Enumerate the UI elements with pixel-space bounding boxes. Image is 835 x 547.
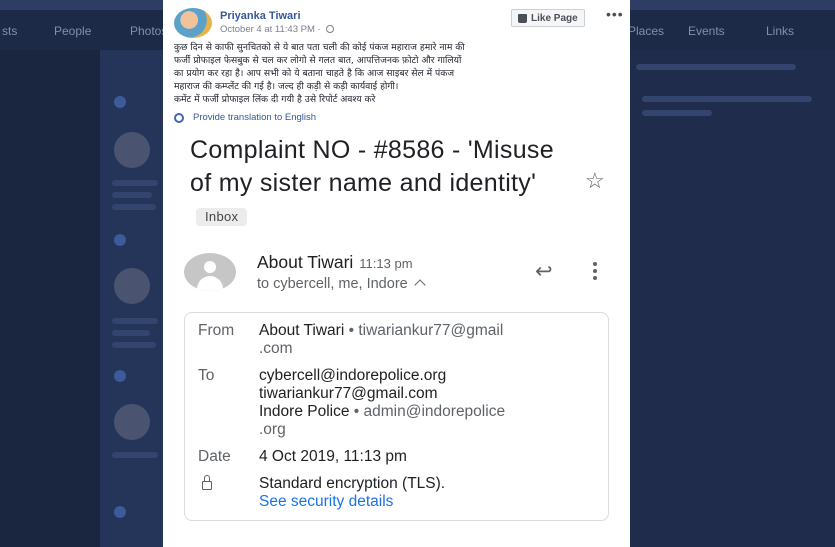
to-recipient: cybercell@indorepolice.org	[259, 367, 447, 384]
to-value: cybercell@indorepolice.org tiwariankur77…	[259, 367, 599, 439]
post-card: Priyanka Tiwari October 4 at 11:43 PM · …	[163, 0, 630, 547]
thumb-up-icon	[518, 13, 527, 23]
feed-avatar	[114, 404, 150, 440]
security-details-link: See security details	[259, 493, 394, 510]
security-text: Standard encryption (TLS).	[259, 475, 446, 492]
reaction-icon	[114, 96, 126, 108]
translate-link[interactable]: Provide translation to English	[174, 112, 316, 123]
feed-text-line	[112, 318, 158, 324]
author-name[interactable]: Priyanka Tiwari	[220, 10, 301, 22]
reply-icon: ↩	[535, 260, 553, 283]
feed-text-line	[112, 342, 156, 348]
date-value: 4 Oct 2019, 11:13 pm	[259, 448, 407, 465]
like-page-label: Like Page	[531, 12, 578, 24]
more-options-icon[interactable]: •••	[606, 6, 624, 22]
post-text-line: कमेंट में फर्जी प्रोफाइल लिंक दी गयी है …	[174, 94, 376, 105]
post-text-line: महाराज की कम्प्लेंट की गई है। जल्द ही कड…	[174, 81, 399, 92]
star-icon: ☆	[585, 168, 605, 193]
reaction-icon	[114, 234, 126, 246]
from-label: From	[198, 322, 235, 339]
reaction-icon	[114, 506, 126, 518]
feed-column	[100, 50, 163, 547]
email-screenshot[interactable]: Complaint NO - #8586 - 'Misuse of my sis…	[163, 128, 630, 547]
feed-text-line	[112, 330, 150, 336]
feed-text-line	[112, 204, 156, 210]
sender-time: 11:13 pm	[359, 256, 413, 271]
nav-item[interactable]: sts	[2, 24, 17, 38]
recipients-text: to cybercell, me, Indore	[257, 276, 408, 292]
email-subject: Complaint NO - #8586 - 'Misuse of my sis…	[190, 134, 560, 233]
to-recipient-email-cont: .org	[259, 421, 286, 438]
email-details-box: From About Tiwari • tiwariankur77@gmail …	[184, 312, 609, 521]
reaction-icon	[114, 370, 126, 382]
nav-item-places[interactable]: Places	[628, 24, 664, 38]
like-page-button[interactable]: Like Page	[511, 9, 585, 27]
from-email: • tiwariankur77@gmail	[348, 322, 504, 339]
to-recipient-email: • admin@indorepolice	[349, 403, 506, 420]
to-recipient: tiwariankur77@gmail.com	[259, 385, 438, 402]
recipients-line: to cybercell, me, Indore	[257, 276, 426, 292]
translate-label: Provide translation to English	[193, 112, 317, 123]
from-name: About Tiwari	[259, 322, 345, 339]
post-text-line: का प्रयोग कर रहा है। आप सभी को ये बताना …	[174, 68, 455, 79]
post-timestamp[interactable]: October 4 at 11:43 PM ·	[220, 24, 335, 35]
from-email-cont: .com	[259, 340, 293, 357]
inbox-badge: Inbox	[196, 208, 248, 226]
feed-text-line	[112, 192, 152, 198]
post-text: कुछ दिन से काफी सुनचितको से ये बात पता च…	[174, 41, 619, 106]
globe-icon	[326, 25, 335, 33]
lock-icon	[202, 475, 212, 490]
sender-line: About Tiwari 11:13 pm	[257, 252, 413, 273]
author-avatar[interactable]	[174, 8, 212, 38]
sidebar-text-line	[642, 96, 812, 102]
sidebar-text-line	[636, 64, 796, 70]
to-recipient-name: Indore Police	[259, 403, 350, 420]
post-text-line: फर्जी प्रोफाइल फेसबुक से चल कर लोगो से ग…	[174, 55, 462, 66]
more-vert-icon	[593, 262, 597, 283]
gear-icon	[174, 112, 184, 123]
subject-text: Complaint NO - #8586 - 'Misuse of my sis…	[190, 136, 554, 197]
sidebar-text-line	[642, 110, 712, 116]
date-label: Date	[198, 448, 231, 465]
security-value: Standard encryption (TLS). See security …	[259, 475, 599, 511]
post-header: Priyanka Tiwari October 4 at 11:43 PM · …	[163, 0, 630, 40]
chevron-up-icon	[414, 279, 426, 291]
sender-name: About Tiwari	[257, 252, 354, 272]
nav-item-links[interactable]: Links	[766, 24, 794, 38]
to-label: To	[198, 367, 215, 384]
timestamp-text: October 4 at 11:43 PM ·	[220, 24, 324, 35]
feed-avatar	[114, 132, 150, 168]
nav-item-events[interactable]: Events	[688, 24, 725, 38]
feed-avatar	[114, 268, 150, 304]
avatar-head	[204, 261, 216, 273]
avatar-body	[197, 276, 223, 291]
post-text-line: कुछ दिन से काफी सुनचितको से ये बात पता च…	[174, 42, 465, 53]
from-value: About Tiwari • tiwariankur77@gmail .com	[259, 322, 599, 358]
feed-text-line	[112, 180, 158, 186]
feed-text-line	[112, 452, 158, 458]
nav-item-photos[interactable]: Photos	[130, 24, 167, 38]
nav-item-people[interactable]: People	[54, 24, 91, 38]
sender-avatar	[184, 253, 236, 291]
right-column	[630, 50, 835, 547]
